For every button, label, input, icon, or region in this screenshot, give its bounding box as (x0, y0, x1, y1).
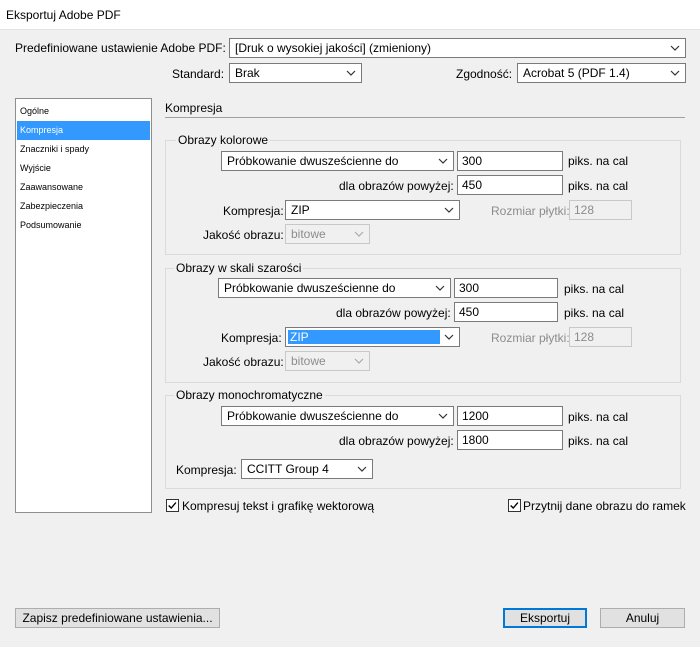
mono-above-value: 1800 (462, 433, 489, 447)
gray-quality-value: bitowe (291, 354, 326, 368)
chevron-down-icon (354, 231, 364, 237)
sidebar-item-general[interactable]: Ogólne (17, 102, 150, 121)
chevron-down-icon (438, 158, 448, 164)
mono-resolution-value: 1200 (462, 409, 489, 423)
gray-sampling-value: Próbkowanie dwusześcienne do (224, 281, 396, 295)
sidebar-item-label: Zaawansowane (20, 182, 84, 192)
chevron-down-icon (435, 285, 445, 291)
sidebar-item-label: Znaczniki i spady (20, 144, 90, 154)
gray-tile-label: Rozmiar płytki: (491, 331, 570, 345)
chevron-down-icon (354, 358, 364, 364)
color-above-label: dla obrazów powyżej: (339, 179, 454, 193)
crop-image-label: Przytnij dane obrazu do ramek (523, 499, 686, 513)
sidebar: Ogólne Kompresja Znaczniki i spady Wyjśc… (15, 98, 152, 513)
color-tile-label: Rozmiar płytki: (491, 204, 570, 218)
gray-tile-input[interactable]: 128 (569, 327, 632, 347)
gray-compression-value: ZIP (288, 330, 440, 344)
mono-above-input[interactable]: 1800 (457, 430, 563, 450)
sidebar-item-summary[interactable]: Podsumowanie (17, 216, 150, 235)
mono-compression-label: Kompresja: (176, 463, 237, 477)
gray-resolution-value: 300 (459, 281, 480, 295)
checkmark-icon (168, 502, 177, 510)
chevron-down-icon (357, 466, 367, 472)
standard-select[interactable]: Brak (229, 63, 362, 83)
sidebar-item-output[interactable]: Wyjście (17, 159, 150, 178)
color-quality-value: bitowe (291, 227, 326, 241)
sidebar-item-compression[interactable]: Kompresja (17, 121, 150, 140)
gray-sampling-select[interactable]: Próbkowanie dwusześcienne do (218, 278, 451, 298)
gray-tile-value: 128 (574, 330, 595, 344)
compress-text-checkbox[interactable] (166, 499, 179, 512)
sidebar-item-label: Kompresja (20, 125, 64, 135)
compat-select[interactable]: Acrobat 5 (PDF 1.4) (517, 63, 686, 83)
gray-quality-label: Jakość obrazu: (203, 355, 284, 369)
gray-images-title: Obrazy w skali szarości (174, 260, 304, 276)
chevron-down-icon (438, 413, 448, 419)
sidebar-item-label: Wyjście (20, 163, 51, 173)
chevron-down-icon (670, 70, 680, 76)
sidebar-item-security[interactable]: Zabezpieczenia (17, 197, 150, 216)
window-title: Eksportuj Adobe PDF (6, 8, 121, 22)
gray-resolution-input[interactable]: 300 (454, 278, 558, 298)
mono-sampling-value: Próbkowanie dwusześcienne do (227, 409, 399, 423)
compat-label: Zgodność: (456, 67, 513, 81)
section-divider (165, 117, 685, 118)
mono-images-title: Obrazy monochromatyczne (174, 387, 325, 403)
mono-resolution-input[interactable]: 1200 (457, 406, 563, 426)
color-tile-input[interactable]: 128 (569, 200, 632, 220)
color-compression-label: Kompresja: (223, 204, 284, 218)
sidebar-item-label: Zabezpieczenia (20, 201, 84, 211)
gray-above-value: 450 (459, 305, 480, 319)
export-button[interactable]: Eksportuj (503, 608, 587, 628)
color-compression-select[interactable]: ZIP (285, 200, 460, 220)
color-compression-value: ZIP (291, 203, 310, 217)
color-above-input[interactable]: 450 (457, 175, 563, 195)
crop-image-checkbox[interactable] (508, 499, 521, 512)
standard-value: Brak (235, 66, 260, 80)
chevron-down-icon (670, 45, 680, 51)
color-images-title: Obrazy kolorowe (176, 132, 271, 148)
gray-above-unit: piks. na cal (564, 306, 625, 320)
gray-resolution-unit: piks. na cal (564, 282, 625, 296)
preset-select[interactable]: [Druk o wysokiej jakości] (zmieniony) (229, 38, 686, 58)
save-preset-button[interactable]: Zapisz predefiniowane ustawienia... (15, 608, 220, 628)
checkmark-icon (510, 502, 519, 510)
color-resolution-value: 300 (462, 154, 483, 168)
color-resolution-input[interactable]: 300 (457, 151, 563, 171)
sidebar-item-marks-bleeds[interactable]: Znaczniki i spady (17, 140, 150, 159)
compat-value: Acrobat 5 (PDF 1.4) (523, 66, 630, 80)
compress-text-label: Kompresuj tekst i grafikę wektorową (182, 499, 375, 513)
color-above-value: 450 (462, 178, 483, 192)
title-bar: Eksportuj Adobe PDF (0, 0, 700, 30)
cancel-button[interactable]: Anuluj (600, 608, 685, 628)
mono-above-label: dla obrazów powyżej: (339, 434, 454, 448)
color-tile-value: 128 (574, 203, 595, 217)
color-quality-label: Jakość obrazu: (203, 228, 284, 242)
section-title: Kompresja (165, 101, 223, 115)
chevron-down-icon (444, 334, 454, 340)
mono-compression-select[interactable]: CCITT Group 4 (241, 459, 373, 479)
mono-resolution-unit: piks. na cal (568, 410, 629, 424)
color-above-unit: piks. na cal (568, 179, 629, 193)
sidebar-item-label: Ogólne (20, 106, 50, 116)
chevron-down-icon (444, 207, 454, 213)
mono-sampling-select[interactable]: Próbkowanie dwusześcienne do (221, 406, 454, 426)
color-sampling-select[interactable]: Próbkowanie dwusześcienne do (221, 151, 454, 171)
color-quality-select[interactable]: bitowe (285, 224, 370, 244)
chevron-down-icon (346, 70, 356, 76)
mono-compression-value: CCITT Group 4 (247, 462, 329, 476)
color-sampling-value: Próbkowanie dwusześcienne do (227, 154, 399, 168)
sidebar-item-advanced[interactable]: Zaawansowane (17, 178, 150, 197)
preset-label: Predefiniowane ustawienie Adobe PDF: (15, 41, 226, 55)
standard-label: Standard: (172, 67, 225, 81)
gray-above-label: dla obrazów powyżej: (336, 306, 451, 320)
gray-compression-label: Kompresja: (221, 331, 282, 345)
sidebar-item-label: Podsumowanie (20, 220, 82, 230)
gray-compression-select[interactable]: ZIP (285, 327, 460, 347)
mono-above-unit: piks. na cal (568, 434, 629, 448)
preset-value: [Druk o wysokiej jakości] (zmieniony) (235, 41, 432, 55)
gray-above-input[interactable]: 450 (454, 302, 558, 322)
gray-quality-select[interactable]: bitowe (285, 351, 370, 371)
color-resolution-unit: piks. na cal (568, 154, 629, 168)
